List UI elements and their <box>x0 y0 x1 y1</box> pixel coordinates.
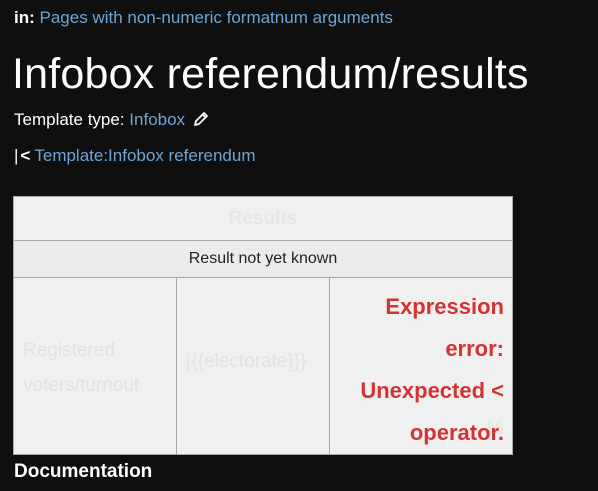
label-line-1: Registered <box>23 340 115 361</box>
infobox-results: Results Result not yet known Registered … <box>13 196 513 455</box>
page-title: Infobox referendum/results <box>12 50 529 98</box>
infobox-row: Registered voters/turnout {{{electorate}… <box>14 278 512 454</box>
infobox-caption: Results <box>14 197 512 241</box>
error-line-1: Expression <box>385 294 504 319</box>
template-type-link[interactable]: Infobox <box>129 110 185 129</box>
error-line-4: operator. <box>409 420 504 445</box>
breadcrumb: in: Pages with non-numeric formatnum arg… <box>14 8 393 28</box>
parent-template-link[interactable]: Template:Infobox referendum <box>34 146 255 165</box>
edit-pencil-icon[interactable] <box>193 111 209 132</box>
electorate-cell: {{{electorate}}} <box>177 278 330 454</box>
error-line-2: error: <box>445 336 504 361</box>
expression-error: Expression error: Unexpected < operator. <box>360 286 504 454</box>
breadcrumb-prefix: in: <box>14 8 35 27</box>
category-link[interactable]: Pages with non-numeric formatnum argumen… <box>40 8 393 27</box>
parent-arrow: < <box>20 146 31 165</box>
documentation-heading: Documentation <box>14 461 153 482</box>
parent-bar: | <box>14 146 19 165</box>
turnout-cell: % Expression error: Unexpected < operato… <box>330 278 512 454</box>
registered-voters-cell: Registered voters/turnout <box>14 278 177 454</box>
registered-voters-label: Registered voters/turnout <box>23 333 139 403</box>
parent-template-line: | < Template:Infobox referendum <box>14 146 255 166</box>
infobox-status: Result not yet known <box>14 241 512 278</box>
template-type-label: Template type: <box>14 110 125 129</box>
electorate-value: {{{electorate}}} <box>185 351 307 372</box>
template-type-line: Template type: Infobox <box>14 110 209 132</box>
error-line-3: Unexpected < <box>360 378 504 403</box>
label-line-2: voters/turnout <box>23 375 140 396</box>
